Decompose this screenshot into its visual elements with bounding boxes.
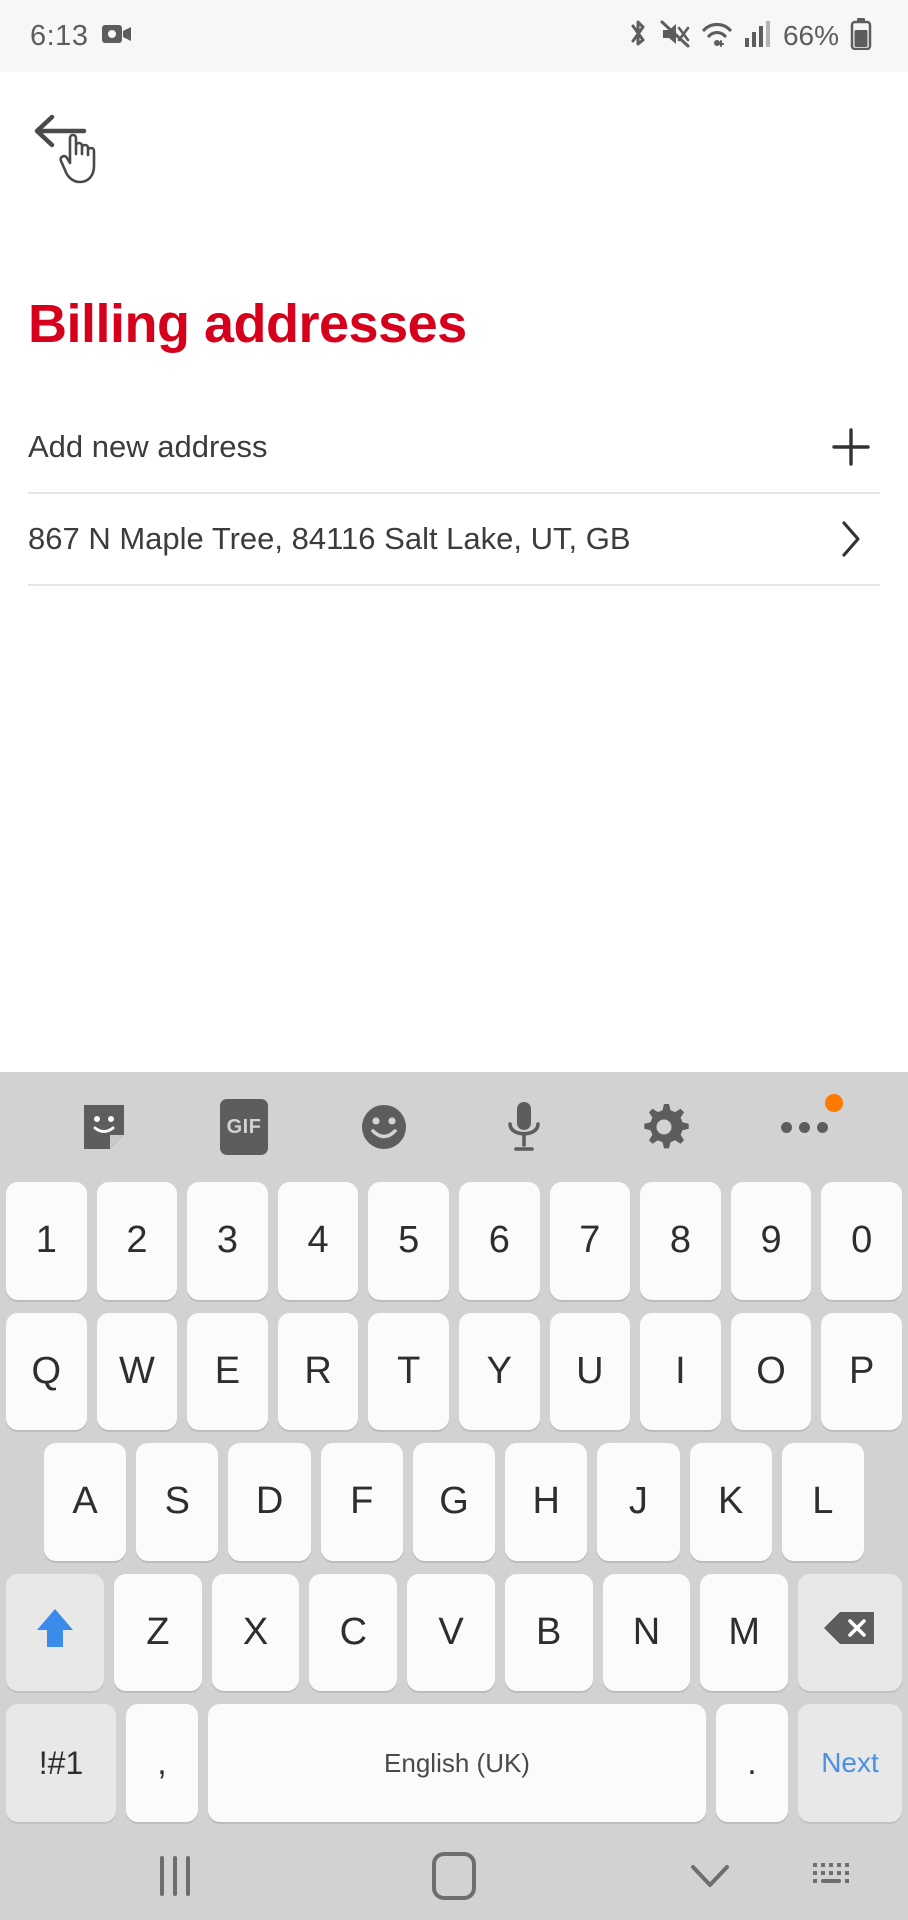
- key-5[interactable]: 5: [368, 1182, 449, 1300]
- shift-arrow-icon: [33, 1604, 77, 1662]
- key-p[interactable]: P: [821, 1312, 902, 1431]
- key-x[interactable]: X: [211, 1573, 300, 1692]
- key-v[interactable]: V: [407, 1573, 495, 1692]
- keyboard-row-space: !#1 , English (UK) . Next: [6, 1704, 902, 1822]
- key-1[interactable]: 1: [6, 1182, 87, 1300]
- key-m[interactable]: M: [700, 1573, 789, 1692]
- key-k[interactable]: K: [689, 1443, 772, 1561]
- home-icon[interactable]: [409, 1832, 499, 1920]
- add-new-address-label: Add new address: [28, 428, 268, 464]
- shift-key[interactable]: [6, 1573, 104, 1692]
- page-title: Billing addresses: [28, 294, 467, 354]
- keyboard-toolbar: GIF: [0, 1072, 908, 1182]
- keyboard-switch-icon[interactable]: [788, 1832, 878, 1920]
- emoji-icon[interactable]: [349, 1092, 419, 1162]
- mute-icon: [660, 19, 690, 54]
- key-z[interactable]: Z: [114, 1573, 202, 1692]
- plus-icon[interactable]: [822, 426, 880, 468]
- key-w[interactable]: W: [96, 1312, 178, 1431]
- key-r[interactable]: R: [277, 1312, 359, 1431]
- collapse-keyboard-icon[interactable]: [665, 1832, 755, 1920]
- back-button[interactable]: [28, 102, 118, 184]
- microphone-icon[interactable]: [489, 1092, 559, 1162]
- bluetooth-icon: [627, 18, 649, 55]
- key-4[interactable]: 4: [277, 1182, 359, 1300]
- sticker-icon[interactable]: [69, 1092, 139, 1162]
- chevron-right-icon[interactable]: [822, 517, 880, 561]
- key-s[interactable]: S: [136, 1443, 219, 1561]
- gif-icon[interactable]: GIF: [209, 1092, 279, 1162]
- key-q[interactable]: Q: [6, 1312, 87, 1431]
- key-b[interactable]: B: [504, 1573, 593, 1692]
- battery-icon: [850, 17, 872, 55]
- key-g[interactable]: G: [412, 1443, 496, 1561]
- key-t[interactable]: T: [368, 1312, 449, 1431]
- period-key[interactable]: .: [716, 1704, 788, 1822]
- key-6[interactable]: 6: [458, 1182, 540, 1300]
- key-i[interactable]: I: [640, 1312, 721, 1431]
- gif-label: GIF: [220, 1099, 268, 1155]
- status-time: 6:13: [30, 19, 89, 52]
- address-text: 867 N Maple Tree, 84116 Salt Lake, UT, G…: [28, 520, 631, 556]
- keyboard-rows: 1 2 3 4 5 6 7 8 9 0 Q W E R T Y U I O P …: [0, 1182, 908, 1832]
- key-o[interactable]: O: [730, 1312, 812, 1431]
- wifi-icon: [701, 19, 733, 54]
- symbols-key[interactable]: !#1: [6, 1704, 116, 1822]
- key-u[interactable]: U: [549, 1312, 631, 1431]
- key-e[interactable]: E: [187, 1312, 268, 1431]
- status-bar-right: 66%: [627, 0, 872, 72]
- status-bar: 6:13 66%: [0, 0, 908, 72]
- keyboard-row-qwerty: Q W E R T Y U I O P: [6, 1312, 902, 1431]
- key-a[interactable]: A: [44, 1443, 127, 1561]
- address-list: Add new address 867 N Maple Tree, 84116 …: [28, 402, 880, 586]
- key-2[interactable]: 2: [96, 1182, 178, 1300]
- key-7[interactable]: 7: [549, 1182, 631, 1300]
- key-8[interactable]: 8: [640, 1182, 721, 1300]
- more-dots: [780, 1121, 828, 1133]
- address-row[interactable]: 867 N Maple Tree, 84116 Salt Lake, UT, G…: [28, 494, 880, 586]
- keyboard-row-numbers: 1 2 3 4 5 6 7 8 9 0: [6, 1182, 902, 1300]
- key-j[interactable]: J: [597, 1443, 680, 1561]
- home-square: [432, 1852, 476, 1900]
- comma-key[interactable]: ,: [126, 1704, 198, 1822]
- notification-badge: [825, 1094, 843, 1112]
- key-y[interactable]: Y: [458, 1312, 540, 1431]
- recents-bars: [160, 1856, 190, 1896]
- key-0[interactable]: 0: [821, 1182, 902, 1300]
- space-key[interactable]: English (UK): [208, 1704, 706, 1822]
- key-n[interactable]: N: [602, 1573, 691, 1692]
- key-l[interactable]: L: [781, 1443, 864, 1561]
- keyboard-row-home: A S D F G H J K L: [6, 1443, 902, 1561]
- backspace-key[interactable]: [798, 1573, 903, 1692]
- cellular-signal-icon: [744, 19, 770, 54]
- key-f[interactable]: F: [320, 1443, 403, 1561]
- page-content: Billing addresses Add new address 867 N …: [0, 72, 908, 1072]
- key-d[interactable]: D: [228, 1443, 311, 1561]
- key-9[interactable]: 9: [730, 1182, 812, 1300]
- more-options-icon[interactable]: [769, 1092, 843, 1162]
- status-bar-left: 6:13: [30, 20, 132, 53]
- key-3[interactable]: 3: [187, 1182, 268, 1300]
- key-h[interactable]: H: [505, 1443, 588, 1561]
- key-c[interactable]: C: [309, 1573, 398, 1692]
- hand-pointer-cursor: [56, 124, 108, 191]
- add-new-address-row[interactable]: Add new address: [28, 402, 880, 494]
- settings-gear-icon[interactable]: [629, 1092, 699, 1162]
- next-key[interactable]: Next: [798, 1704, 902, 1822]
- battery-percentage: 66%: [782, 20, 839, 51]
- virtual-keyboard: G I F 1 2 3 4 5 6 7 8 9 0 Q W E R T Y U I …: [0, 1072, 908, 1832]
- keyboard-row-bottom: Z X C V B N M: [6, 1573, 903, 1692]
- recents-icon[interactable]: [130, 1832, 220, 1920]
- navigation-bar: [0, 1832, 908, 1920]
- video-record-icon: [102, 23, 132, 50]
- backspace-icon: [822, 1608, 878, 1658]
